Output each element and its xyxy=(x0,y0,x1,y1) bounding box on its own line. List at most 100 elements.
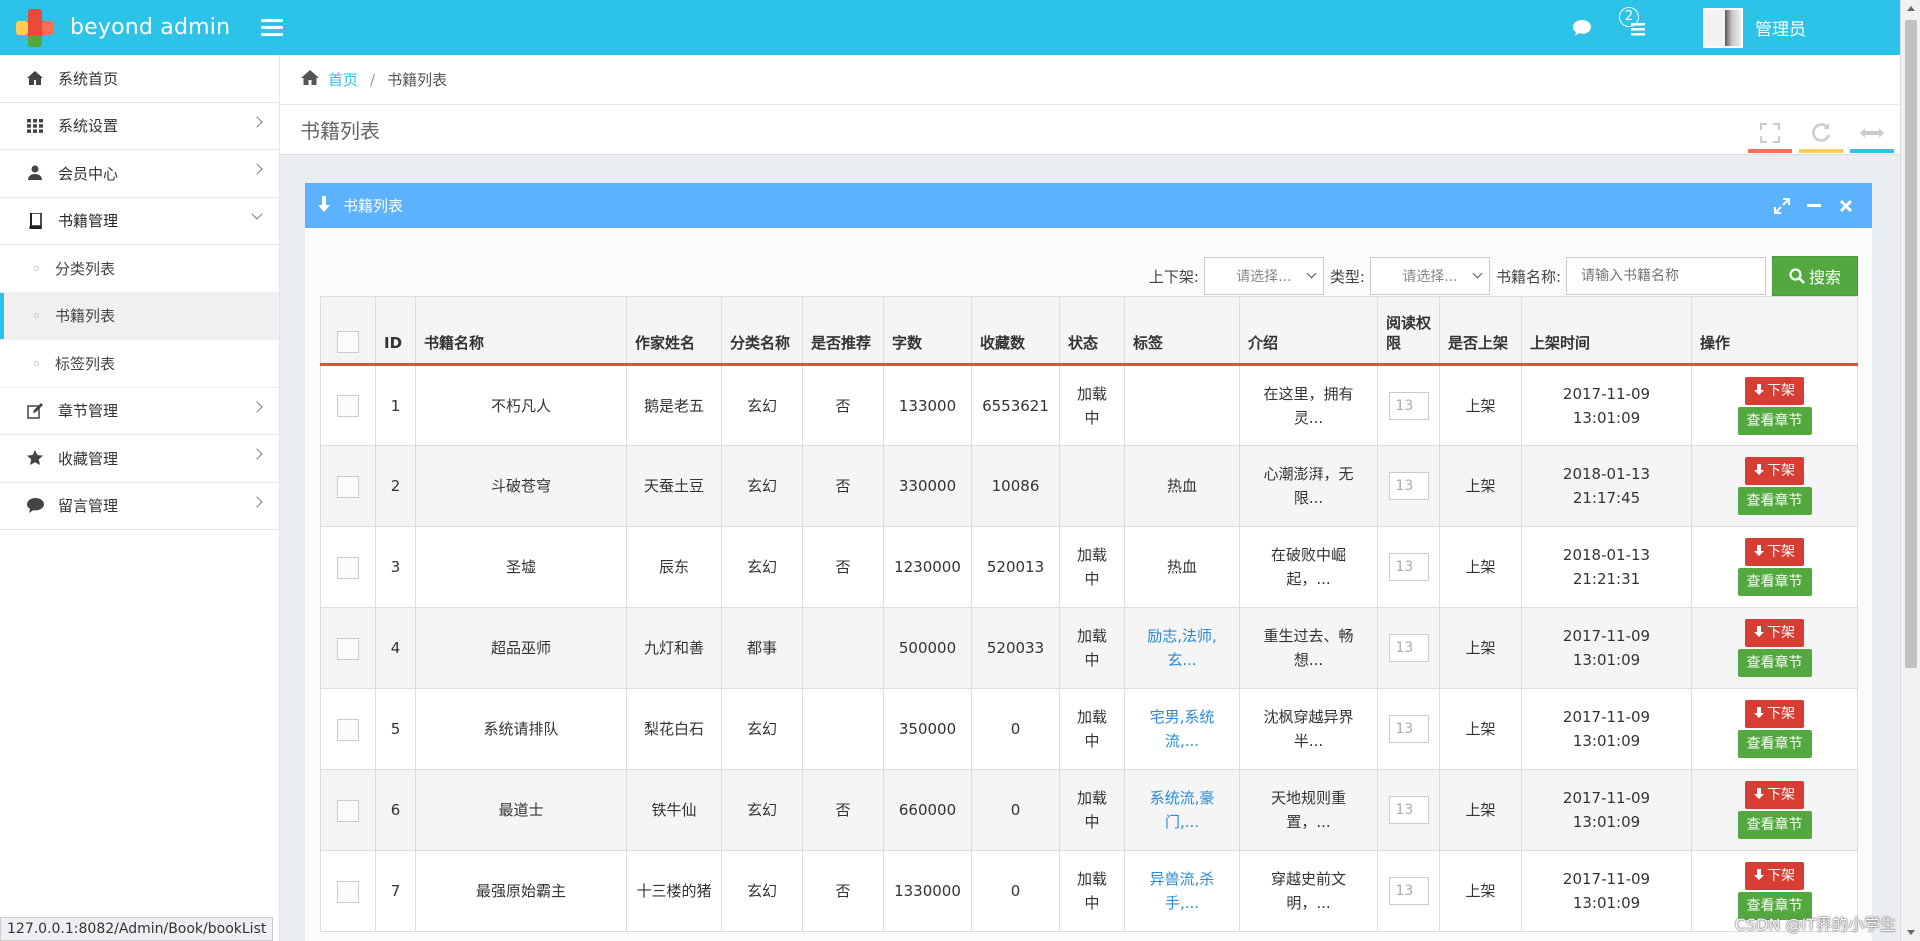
sidebar-item-label: 留言管理 xyxy=(58,497,119,516)
take-down-button[interactable]: 下架 xyxy=(1745,781,1804,809)
search-button[interactable]: 搜索 xyxy=(1772,256,1858,296)
sidebar-item-home[interactable]: 系统首页 xyxy=(0,55,279,103)
tag-link[interactable]: 热血 xyxy=(1167,558,1197,576)
table-row[interactable]: 1 不朽凡人 鹅是老五 玄幻否 133000 6553621 加载中 在这里，拥有灵... 13… xyxy=(320,364,1858,446)
cell-book-name: 超品巫师 xyxy=(415,607,627,689)
take-down-button[interactable]: 下架 xyxy=(1745,700,1804,728)
cell-id: 2 xyxy=(375,445,416,527)
column-header[interactable]: 上架时间 xyxy=(1521,296,1692,366)
shelf-filter-select[interactable]: 请选择... xyxy=(1203,257,1324,295)
minimize-icon[interactable] xyxy=(1798,191,1830,221)
column-header[interactable]: 阅读权限 xyxy=(1377,296,1440,366)
take-down-button[interactable]: 下架 xyxy=(1745,376,1804,405)
column-header[interactable]: ID xyxy=(375,296,416,366)
fullscreen-icon[interactable] xyxy=(1748,113,1792,153)
view-chapters-button[interactable]: 查看章节 xyxy=(1737,487,1812,515)
sidebar-toggle-icon[interactable] xyxy=(261,15,283,40)
column-header[interactable]: 书籍名称 xyxy=(415,296,627,366)
tasks-icon[interactable]: 2 xyxy=(1619,6,1651,43)
sidebar-subitem-categories[interactable]: 分类列表 xyxy=(0,245,279,293)
view-chapters-button[interactable]: 查看章节 xyxy=(1737,730,1812,758)
sidebar-subitem-book-list[interactable]: 书籍列表 xyxy=(0,292,279,340)
table-row[interactable]: 5 系统请排队 梨花白石 玄幻 350000 0 加载中 宅男,系统流,... 沈枫穿越异界半.… xyxy=(320,688,1858,770)
home-icon xyxy=(24,70,46,86)
table-row[interactable]: 6 最道士 铁牛仙 玄幻否 660000 0 加载中 系统流,豪门,... 天地规则重置，...… xyxy=(320,769,1858,851)
column-header[interactable]: 操作 xyxy=(1691,296,1858,366)
take-down-button[interactable]: 下架 xyxy=(1745,457,1804,485)
permission-input[interactable]: 13 xyxy=(1388,715,1429,743)
column-header[interactable]: 分类名称 xyxy=(721,296,803,366)
column-header[interactable]: 是否上架 xyxy=(1439,296,1522,366)
maximize-icon[interactable] xyxy=(1766,191,1798,221)
arrow-down-icon xyxy=(1754,545,1764,556)
breadcrumb-home-link[interactable]: 首页 xyxy=(328,69,358,90)
scroll-down-arrow-icon[interactable] xyxy=(1907,930,1915,935)
sidebar-item-settings[interactable]: 系统设置 xyxy=(0,103,279,150)
row-checkbox[interactable] xyxy=(337,718,359,741)
table-row[interactable]: 3 圣墟 辰东 玄幻否 1230000 520013 加载中 热血 在破败中崛起，... 13 上架… xyxy=(320,526,1858,608)
page-scrollbar[interactable] xyxy=(1900,0,1920,941)
cell-id: 5 xyxy=(375,688,416,770)
cell-word-count: 330000 xyxy=(883,445,972,527)
sidebar-item-messages[interactable]: 留言管理 xyxy=(0,483,279,530)
scrollbar-thumb[interactable] xyxy=(1905,20,1917,668)
take-down-button[interactable]: 下架 xyxy=(1745,619,1804,647)
column-header[interactable]: 字数 xyxy=(883,296,972,366)
column-header[interactable]: 是否推荐 xyxy=(802,296,884,366)
take-down-button[interactable]: 下架 xyxy=(1745,862,1804,890)
column-header[interactable]: 状态 xyxy=(1059,296,1125,366)
row-checkbox[interactable] xyxy=(337,395,359,417)
type-filter-select[interactable]: 请选择... xyxy=(1369,257,1490,295)
permission-input[interactable]: 13 xyxy=(1388,877,1429,905)
permission-input[interactable]: 13 xyxy=(1388,553,1429,581)
shelf-time: 13:01:09 xyxy=(1572,894,1641,912)
view-chapters-button[interactable]: 查看章节 xyxy=(1737,568,1812,596)
cell-select xyxy=(320,364,376,446)
user-name[interactable]: 管理员 xyxy=(1755,15,1806,40)
cell-category: 玄幻 xyxy=(721,769,803,851)
view-chapters-button[interactable]: 查看章节 xyxy=(1737,649,1812,677)
table-row[interactable]: 2 斗破苍穹 天蚕土豆 玄幻否 330000 10086 热血 心潮澎湃，无限... 13 上架 2… xyxy=(320,445,1858,527)
tag-link[interactable]: 宅男,系统流,... xyxy=(1150,708,1215,750)
sidebar-item-favorites[interactable]: 收藏管理 xyxy=(0,435,279,483)
scroll-up-arrow-icon[interactable] xyxy=(1907,6,1915,11)
row-checkbox[interactable] xyxy=(337,880,359,903)
permission-input[interactable]: 13 xyxy=(1388,391,1429,420)
tag-link[interactable]: 热血 xyxy=(1167,477,1197,495)
permission-input[interactable]: 13 xyxy=(1388,796,1429,824)
tag-link[interactable]: 励志,法师,玄... xyxy=(1147,627,1217,669)
column-header[interactable]: 介绍 xyxy=(1239,296,1378,366)
sidebar-item-members[interactable]: 会员中心 xyxy=(0,150,279,198)
avatar[interactable] xyxy=(1703,7,1743,48)
shelf-time: 21:21:31 xyxy=(1572,570,1641,588)
logo[interactable]: beyond admin xyxy=(14,7,239,49)
chat-icon[interactable] xyxy=(1567,13,1597,43)
sidebar-subitem-tags[interactable]: 标签列表 xyxy=(0,340,279,388)
permission-input[interactable]: 13 xyxy=(1388,634,1429,662)
book-name-input[interactable] xyxy=(1566,257,1766,295)
row-checkbox[interactable] xyxy=(337,556,359,579)
row-checkbox[interactable] xyxy=(337,637,359,660)
row-checkbox[interactable] xyxy=(337,475,359,498)
column-header[interactable]: 标签 xyxy=(1124,296,1240,366)
cell-tags: 热血 xyxy=(1124,526,1240,608)
sidebar-item-chapters[interactable]: 章节管理 xyxy=(0,388,279,435)
table-row[interactable]: 7 最强原始霸主 十三楼的猪 玄幻否 1330000 0 加载中 异兽流,杀手,... 穿越史前… xyxy=(320,850,1858,932)
view-chapters-button[interactable]: 查看章节 xyxy=(1737,406,1812,435)
take-down-button[interactable]: 下架 xyxy=(1745,538,1804,566)
book-name-label: 书籍名称: xyxy=(1495,267,1561,286)
column-header[interactable]: 收藏数 xyxy=(971,296,1060,366)
expand-horizontal-icon[interactable] xyxy=(1850,113,1894,153)
tag-link[interactable]: 异兽流,杀手,... xyxy=(1150,870,1215,912)
sidebar-item-books[interactable]: 书籍管理 xyxy=(0,198,279,245)
tag-link[interactable]: 系统流,豪门,... xyxy=(1150,789,1215,831)
view-chapters-button[interactable]: 查看章节 xyxy=(1737,811,1812,839)
select-all-checkbox[interactable] xyxy=(337,331,359,353)
refresh-icon[interactable] xyxy=(1799,113,1843,153)
row-checkbox[interactable] xyxy=(337,799,359,822)
table-row[interactable]: 4 超品巫师 九灯和善 都事 500000 520033 加载中 励志,法师,玄... 重生过去… xyxy=(320,607,1858,689)
close-icon[interactable] xyxy=(1830,191,1862,221)
home-icon[interactable] xyxy=(300,69,320,90)
permission-input[interactable]: 13 xyxy=(1388,472,1429,500)
column-header[interactable]: 作家姓名 xyxy=(626,296,722,366)
